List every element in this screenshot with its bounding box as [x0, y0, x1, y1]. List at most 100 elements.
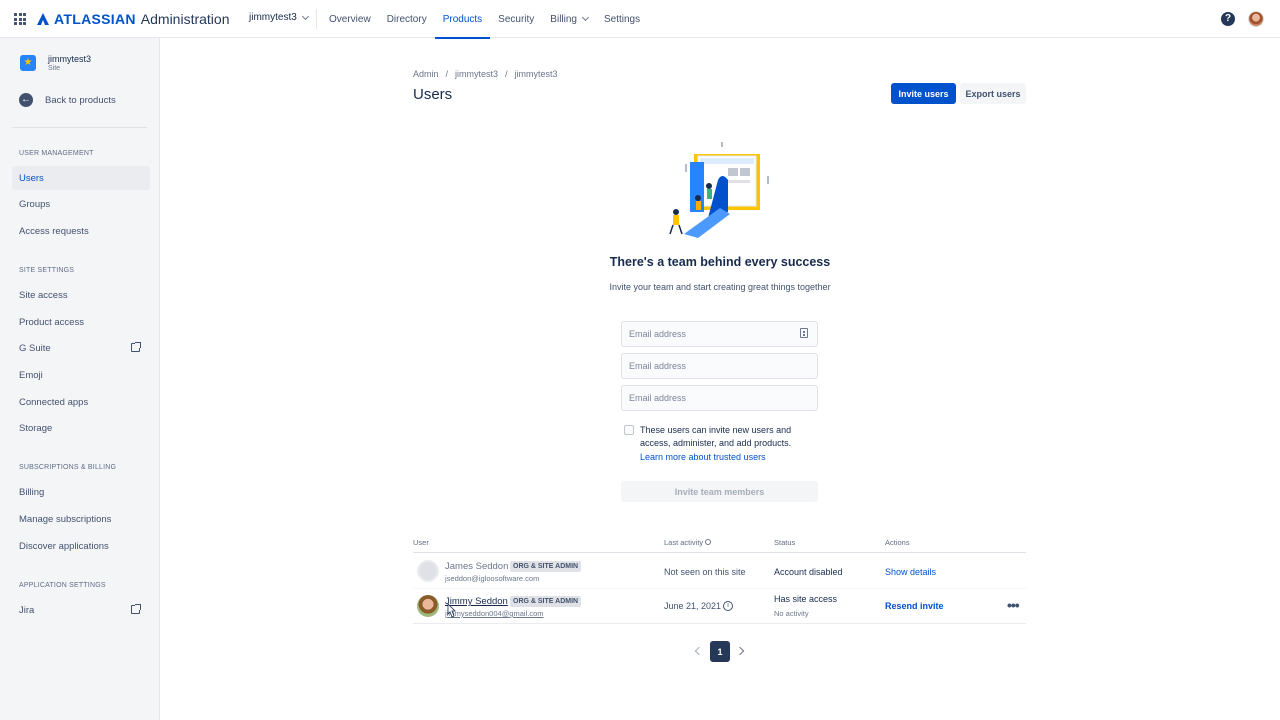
last-activity-value: Not seen on this site: [664, 567, 746, 577]
sidebar-item-access-requests[interactable]: Access requests: [12, 219, 150, 243]
atlassian-logo-icon: [37, 13, 49, 25]
user-email: jseddon@igloosoftware.com: [445, 574, 540, 583]
section-application-settings: APPLICATION SETTINGS: [19, 582, 106, 589]
column-header-user: User: [413, 538, 429, 547]
column-header-status: Status: [774, 538, 796, 547]
show-details-link[interactable]: Show details: [885, 567, 936, 577]
nav-directory[interactable]: Directory: [379, 0, 435, 38]
section-user-management: USER MANAGEMENT: [19, 150, 94, 157]
user-name[interactable]: James Seddon: [445, 561, 508, 572]
admin-badge: ORG & SITE ADMIN: [510, 596, 582, 607]
pagination-prev-icon[interactable]: [692, 644, 706, 658]
sidebar-item-site-access[interactable]: Site access: [12, 283, 150, 307]
last-activity-value: June 21, 2021: [664, 601, 722, 611]
chevron-down-icon: [301, 12, 309, 20]
jira-label: Jira: [19, 604, 35, 616]
site-type: Site: [48, 65, 61, 72]
site-star-icon: ★: [20, 55, 36, 71]
help-icon[interactable]: ?: [1221, 12, 1235, 26]
email-field-1[interactable]: [621, 321, 818, 347]
nav-overview[interactable]: Overview: [321, 0, 379, 38]
section-subscriptions-billing: SUBSCRIPTIONS & BILLING: [19, 464, 117, 471]
info-icon[interactable]: i: [723, 601, 733, 611]
sidebar-item-manage-subscriptions[interactable]: Manage subscriptions: [12, 507, 150, 531]
breadcrumb-site[interactable]: jimmytest3: [515, 69, 558, 79]
site-switcher[interactable]: jimmytest3: [249, 12, 309, 23]
team-illustration: [669, 142, 769, 238]
breadcrumb-admin[interactable]: Admin: [413, 69, 439, 79]
external-link-icon: [131, 604, 141, 614]
breadcrumb-org[interactable]: jimmytest3: [455, 69, 498, 79]
nav-divider: [316, 9, 317, 29]
invite-users-button[interactable]: Invite users: [891, 83, 956, 104]
pagination-next-icon[interactable]: [733, 644, 747, 658]
sidebar-divider: [12, 127, 147, 128]
resend-invite-link[interactable]: Resend invite: [885, 601, 944, 611]
column-header-actions: Actions: [885, 538, 910, 547]
external-link-icon: [131, 342, 141, 352]
nav-products[interactable]: Products: [434, 0, 491, 39]
status-value: Has site access: [774, 594, 838, 604]
sidebar-item-users[interactable]: Users: [12, 166, 150, 190]
sidebar-item-connected-apps[interactable]: Connected apps: [12, 390, 150, 414]
sidebar-item-billing[interactable]: Billing: [12, 480, 150, 504]
chevron-down-icon: [581, 13, 590, 22]
profile-avatar[interactable]: [1248, 11, 1264, 27]
user-avatar: [417, 560, 439, 582]
invite-team-members-button[interactable]: Invite team members: [621, 481, 818, 502]
admin-badge: ORG & SITE ADMIN: [510, 561, 582, 572]
section-site-settings: SITE SETTINGS: [19, 267, 75, 274]
nav-security[interactable]: Security: [490, 0, 542, 38]
trusted-users-checkbox[interactable]: [624, 425, 634, 435]
nav-billing-label: Billing: [550, 13, 577, 25]
status-value: Account disabled: [774, 567, 843, 577]
empty-state-subtitle: Invite your team and start creating grea…: [609, 282, 831, 292]
sidebar-item-g-suite[interactable]: G Suite: [12, 336, 150, 360]
sidebar-item-discover-applications[interactable]: Discover applications: [12, 534, 150, 558]
main-nav: Overview Directory Products Security Bil…: [321, 0, 648, 39]
sidebar-item-groups[interactable]: Groups: [12, 192, 150, 216]
site-name: jimmytest3: [48, 54, 92, 64]
status-subtext: No activity: [774, 609, 809, 618]
user-email: jimmyseddon004@gmail.com: [445, 609, 544, 618]
app-switcher-icon[interactable]: [14, 13, 26, 25]
brand-name: ATLASSIAN: [54, 11, 136, 27]
row-divider: [413, 588, 1026, 589]
email-field-2[interactable]: [621, 353, 818, 379]
breadcrumb: Admin / jimmytest3 / jimmytest3: [413, 69, 558, 79]
sidebar-item-storage[interactable]: Storage: [12, 416, 150, 440]
mouse-cursor-icon: [447, 603, 456, 618]
back-label: Back to products: [45, 94, 116, 106]
breadcrumb-separator: /: [445, 69, 449, 79]
learn-more-trusted-link[interactable]: Learn more about trusted users: [640, 452, 766, 462]
password-manager-icon[interactable]: [800, 328, 808, 338]
nav-billing[interactable]: Billing: [542, 0, 596, 38]
user-avatar: [417, 595, 439, 617]
pagination-current-page[interactable]: 1: [710, 641, 730, 662]
page-title: Users: [413, 86, 453, 103]
empty-state-title: There's a team behind every success: [609, 255, 831, 269]
g-suite-label: G Suite: [19, 342, 51, 354]
atlassian-logo[interactable]: ATLASSIAN Administration: [37, 10, 229, 28]
column-header-last-activity: Last activity: [664, 538, 712, 547]
nav-settings[interactable]: Settings: [596, 0, 648, 38]
sidebar: ★ jimmytest3 Site ← Back to products USE…: [0, 38, 160, 720]
sidebar-item-emoji[interactable]: Emoji: [12, 363, 150, 387]
row-divider: [413, 623, 1026, 624]
email-field-3[interactable]: [621, 385, 818, 411]
info-icon[interactable]: [705, 539, 712, 545]
breadcrumb-separator: /: [505, 69, 508, 79]
site-switcher-label: jimmytest3: [249, 12, 297, 23]
site-header: ★ jimmytest3 Site: [20, 54, 91, 72]
sidebar-item-jira[interactable]: Jira: [12, 598, 150, 622]
sidebar-item-product-access[interactable]: Product access: [12, 310, 150, 334]
trusted-users-label: These users can invite new users and acc…: [640, 425, 792, 448]
back-to-products-link[interactable]: ← Back to products: [19, 93, 116, 107]
last-activity-label: Last activity: [664, 538, 704, 547]
export-users-button[interactable]: Export users: [960, 83, 1026, 104]
more-actions-icon[interactable]: •••: [1007, 598, 1020, 612]
product-name: Administration: [140, 11, 230, 27]
arrow-left-icon: ←: [19, 93, 33, 107]
top-navigation-bar: ATLASSIAN Administration jimmytest3 Over…: [0, 0, 1280, 39]
table-header-divider: [413, 552, 1026, 553]
